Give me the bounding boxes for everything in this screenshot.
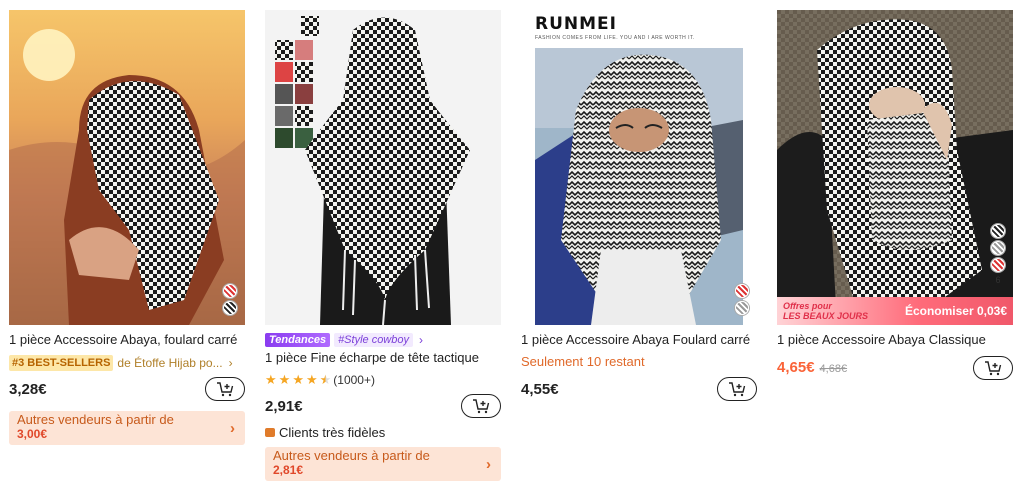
product-photo <box>521 10 757 325</box>
color-swatch[interactable] <box>223 301 237 315</box>
loyal-customers-label: Clients très fidèles <box>279 425 386 440</box>
add-to-cart-button[interactable] <box>973 356 1013 380</box>
product-card[interactable]: RUNMEI FASHION COMES FROM LIFE. YOU AND … <box>521 10 757 401</box>
add-to-cart-button[interactable] <box>717 377 757 401</box>
product-price: 4,55€ <box>521 380 559 398</box>
star-icon: ★ <box>278 372 291 387</box>
product-photo <box>265 10 501 325</box>
color-swatches: 6 <box>991 224 1005 285</box>
product-card[interactable]: 1 pièce Accessoire Abaya, foulard carré … <box>9 10 245 445</box>
add-to-cart-button[interactable] <box>461 394 501 418</box>
product-title[interactable]: 1 pièce Accessoire Abaya Foulard carré <box>521 332 757 348</box>
promo-banner[interactable]: Offres pour LES BEAUX JOURS Économiser 0… <box>777 297 1013 325</box>
store-link[interactable]: de Étoffe Hijab po... <box>117 356 222 370</box>
color-swatch[interactable] <box>735 284 749 298</box>
color-swatch[interactable] <box>735 301 749 315</box>
loyal-customers: Clients très fidèles <box>265 425 501 440</box>
promo-event-label: Offres pour LES BEAUX JOURS <box>783 301 869 321</box>
best-seller-badge: #3 BEST-SELLERS <box>9 354 114 371</box>
brand-banner: RUNMEI FASHION COMES FROM LIFE. YOU AND … <box>521 10 757 46</box>
stock-warning: Seulement 10 restant <box>521 354 645 369</box>
original-price: 4,68€ <box>819 363 848 375</box>
promo-savings: Économiser 0,03€ <box>904 304 1007 318</box>
color-swatch[interactable] <box>991 224 1005 238</box>
color-swatches <box>735 284 749 315</box>
product-price: 2,91€ <box>265 397 303 415</box>
chevron-right-icon: › <box>419 332 423 347</box>
product-title[interactable]: 1 pièce Fine écharpe de tête tactique <box>265 350 501 366</box>
product-image[interactable]: 6 Offres pour LES BEAUX JOURS Économiser… <box>777 10 1013 325</box>
chevron-right-icon: › <box>486 456 491 473</box>
style-tag-link[interactable]: #Style cowboy <box>334 332 413 347</box>
product-image[interactable] <box>9 10 245 325</box>
half-star-icon: ★ <box>319 372 332 387</box>
add-to-cart-button[interactable] <box>205 377 245 401</box>
star-icon: ★ <box>265 372 277 387</box>
other-sellers-box[interactable]: Autres vendeurs à partir de 3,00€ › <box>9 411 245 445</box>
other-sellers-box[interactable]: Autres vendeurs à partir de 2,81€ › <box>265 447 501 481</box>
other-sellers-price: 2,81€ <box>273 463 304 477</box>
product-card[interactable]: Tendances #Style cowboy › 1 pièce Fine é… <box>265 10 501 481</box>
color-swatches <box>223 284 237 315</box>
add-to-cart-icon <box>729 382 746 397</box>
color-swatch[interactable] <box>991 241 1005 255</box>
trend-badge: Tendances <box>265 332 331 347</box>
chevron-right-icon: › <box>230 420 235 437</box>
other-sellers-label: Autres vendeurs à partir de <box>273 448 430 463</box>
add-to-cart-icon <box>217 382 234 397</box>
star-icon: ★ <box>305 372 318 387</box>
product-image[interactable] <box>265 10 501 325</box>
product-photo <box>9 10 245 325</box>
brand-title: RUNMEI <box>535 14 617 34</box>
product-image[interactable]: RUNMEI FASHION COMES FROM LIFE. YOU AND … <box>521 10 757 325</box>
color-swatch[interactable] <box>223 284 237 298</box>
rating-count: (1000+) <box>333 373 375 387</box>
trend-tags[interactable]: Tendances #Style cowboy › <box>265 331 501 348</box>
chevron-right-icon: › <box>228 355 233 370</box>
product-card[interactable]: 6 Offres pour LES BEAUX JOURS Économiser… <box>777 10 1013 380</box>
best-seller-line[interactable]: #3 BEST-SELLERS de Étoffe Hijab po... › <box>9 354 245 371</box>
product-photo <box>777 10 1013 325</box>
other-sellers-label: Autres vendeurs à partir de <box>17 412 174 427</box>
product-title[interactable]: 1 pièce Accessoire Abaya, foulard carré <box>9 332 245 348</box>
store-icon <box>265 428 275 437</box>
more-colors-count: 6 <box>995 275 1001 285</box>
other-sellers-price: 3,00€ <box>17 427 48 441</box>
product-price: 4,65€ <box>777 359 815 376</box>
star-icon: ★ <box>292 372 304 387</box>
product-price: 3,28€ <box>9 380 47 398</box>
add-to-cart-icon <box>985 361 1002 376</box>
color-swatch[interactable] <box>991 258 1005 272</box>
rating: ★ ★ ★ ★ ★ (1000+) <box>265 372 501 388</box>
brand-tagline: FASHION COMES FROM LIFE. YOU AND I ARE W… <box>535 35 695 41</box>
product-title[interactable]: 1 pièce Accessoire Abaya Classique <box>777 332 1013 348</box>
add-to-cart-icon <box>473 399 490 414</box>
